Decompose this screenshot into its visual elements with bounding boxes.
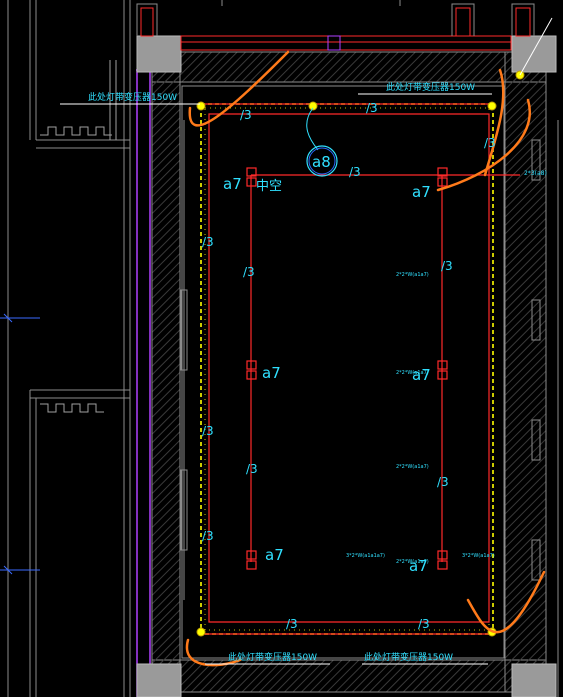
wire-count-7: /3: [441, 259, 453, 273]
transformers: [196, 70, 525, 637]
transformer-label-top-right: 此处灯带变压器150W: [386, 81, 475, 93]
spec-bottom-right: 3*2*W(a1a7): [462, 553, 495, 559]
wire-count-9: /3: [246, 462, 258, 476]
void-label: 中空: [256, 179, 282, 194]
wire-count-1: /3: [240, 108, 252, 122]
cad-floor-plan: 此处灯带变压器150W 此处灯带变压器150W 此处灯带变压器150W 此处灯带…: [0, 0, 559, 697]
wire-count-8: /3: [202, 424, 214, 438]
spec-right-top: 2*3(a8): [524, 170, 547, 177]
spec-bottom-mid: 2*2*W(a1a7): [396, 559, 429, 565]
transformer-top-right: [487, 101, 497, 111]
a7-label-2: a7: [412, 183, 431, 201]
wire-count-11: /3: [202, 529, 214, 543]
dimension-ticks: [0, 313, 40, 575]
transformer-top-left: [196, 101, 206, 111]
spec-mid-1: 2*2*W(a1a7): [396, 272, 429, 278]
leader-lines: [60, 17, 553, 665]
transformer-label-bottom-left: 此处灯带变压器150W: [228, 651, 317, 663]
left-building-outline: [7, 0, 131, 697]
wire-count-10: /3: [437, 475, 449, 489]
ornament-pattern-bottom: [40, 403, 104, 413]
transformer-label-bottom-right: 此处灯带变压器150W: [364, 651, 453, 663]
wire-count-6: /3: [243, 265, 255, 279]
a7-label-1: a7: [223, 175, 242, 193]
wire-count-13: /3: [418, 617, 430, 631]
circle-tag-label: a8: [312, 153, 331, 171]
wire-count-3: /3: [484, 136, 496, 150]
transformer-label-top-left: 此处灯带变压器150W: [88, 91, 177, 103]
a7-label-5: a7: [265, 546, 284, 564]
wire-count-12: /3: [286, 617, 298, 631]
transformer-bottom-left: [196, 627, 206, 637]
spec-mid-3: 2*2*W(a1a7): [396, 464, 429, 470]
spec-bottom-left: 3*2*W(a1a1a7): [346, 553, 385, 559]
top-window: [136, 0, 535, 51]
spec-mid-2: 2*2*W(a1a7): [396, 370, 429, 376]
wire-count-2: /3: [366, 101, 378, 115]
wire-count-5: /3: [202, 235, 214, 249]
wire-count-4: /3: [349, 165, 361, 179]
a7-label-3: a7: [262, 364, 281, 382]
